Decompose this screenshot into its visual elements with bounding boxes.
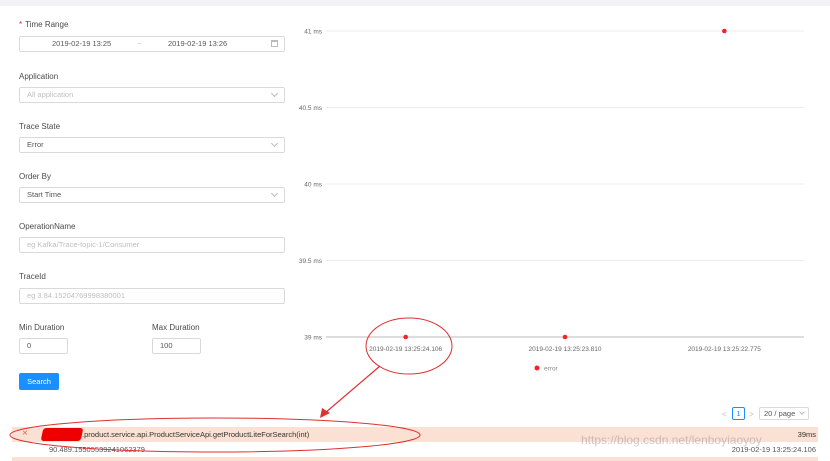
trace-state-select[interactable]: Error [19, 137, 285, 153]
max-duration-input[interactable]: 100 [152, 338, 201, 354]
data-point [403, 334, 408, 340]
legend-marker [534, 365, 540, 371]
duration-scatter-chart: 41 ms 40.5 ms 40 ms 39.5 ms 39 ms 2019-02-19 … [292, 6, 812, 386]
next-trace-row [12, 457, 818, 461]
trace-id-label: TraceId [19, 272, 46, 281]
search-button[interactable]: Search [19, 373, 59, 390]
x-tick-label: 2019-02-19 13:25:23.810 [528, 346, 601, 353]
chevron-down-icon [270, 189, 279, 198]
close-icon[interactable]: × [22, 428, 28, 439]
data-point [722, 28, 727, 34]
trace-state-label: Trace State [19, 122, 61, 131]
order-by-select[interactable]: Start Time [19, 187, 285, 203]
chevron-down-icon [270, 139, 279, 148]
y-tick-label: 40.5 ms [299, 105, 323, 112]
x-tick-label: 2019-02-19 13:25:22.775 [688, 346, 761, 353]
trace-id-value: 90.489.15505539241062379 [49, 445, 145, 454]
chart-canvas: 41 ms 40.5 ms 40 ms 39.5 ms 39 ms 2019-02-19 … [299, 28, 804, 373]
time-range-picker[interactable]: 2019-02-19 13:25 ~ 2019-02-19 13:26 [19, 36, 285, 52]
application-label: Application [19, 72, 59, 81]
page-size-select[interactable]: 20 / page [759, 407, 809, 420]
min-duration-label: Min Duration [19, 323, 65, 332]
watermark-text: https://blog.csdn.net/lenboyiaoyoy [581, 433, 762, 447]
data-point [562, 334, 568, 340]
time-range-label: * Time Range [19, 20, 69, 29]
application-select[interactable]: All application [19, 87, 285, 103]
pagination-next[interactable]: > [749, 410, 754, 419]
trace-duration: 39ms [797, 430, 816, 439]
calendar-icon[interactable] [271, 40, 278, 47]
min-duration-input[interactable]: 0 [19, 338, 68, 354]
max-duration-label: Max Duration [152, 323, 200, 332]
y-tick-label: 41 ms [304, 29, 322, 36]
y-tick-label: 39 ms [304, 335, 322, 342]
y-tick-label: 40 ms [304, 182, 322, 189]
trace-search-page: * Time Range 2019-02-19 13:25 ~ 2019-02-1… [0, 6, 830, 461]
time-range-separator: ~ [137, 39, 142, 48]
redaction-mark [40, 428, 84, 441]
time-range-end[interactable]: 2019-02-19 13:26 [168, 37, 227, 51]
time-range-start[interactable]: 2019-02-19 13:25 [52, 37, 111, 51]
operation-name-label: OperationName [19, 222, 76, 231]
pagination-prev[interactable]: < [722, 410, 727, 419]
order-by-label: Order By [19, 172, 52, 181]
pagination-page-1[interactable]: 1 [732, 407, 745, 420]
operation-name-input[interactable]: eg Kafka/Trace-topic-1/Consumer [19, 237, 285, 253]
trace-endpoint-name[interactable]: .product.service.api.ProductServiceApi.g… [82, 430, 309, 439]
chevron-down-icon [270, 89, 279, 98]
trace-id-input[interactable]: eg 3.84.15204769998380001 [19, 288, 285, 304]
legend-label: error [544, 366, 559, 373]
chevron-down-icon [799, 409, 805, 415]
x-tick-label: 2019-02-19 13:25:24.106 [369, 346, 442, 353]
y-tick-label: 39.5 ms [299, 258, 323, 265]
